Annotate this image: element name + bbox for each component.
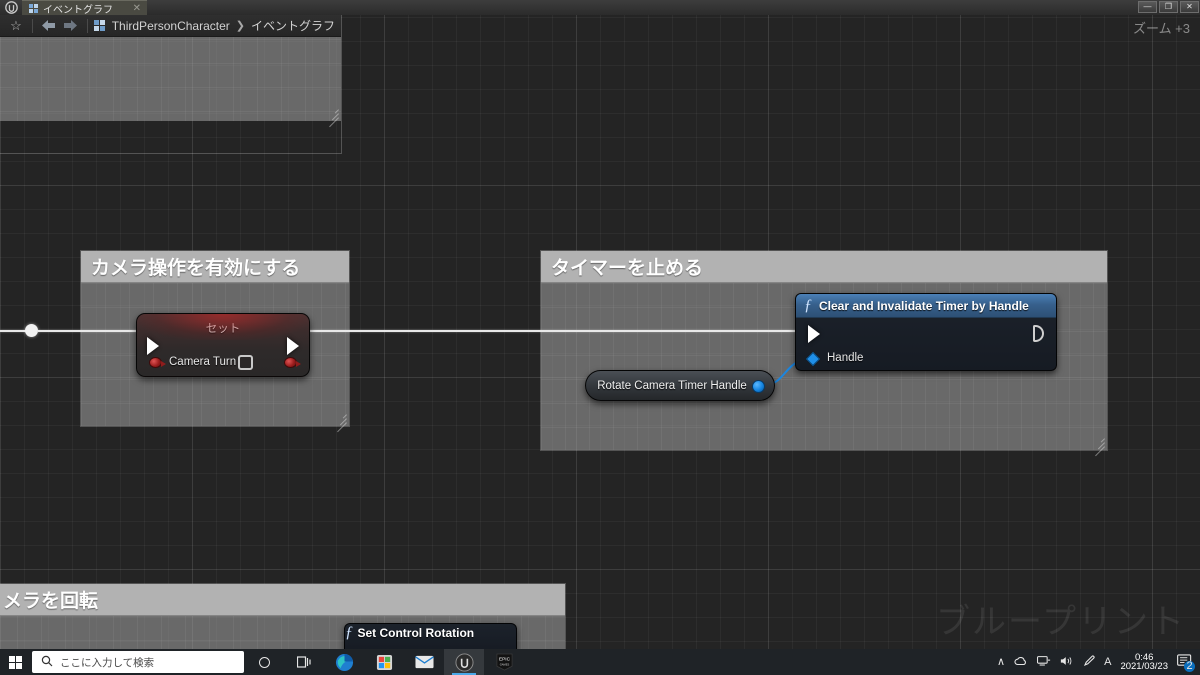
- notification-badge: 2: [1184, 661, 1195, 672]
- handle-input-pin[interactable]: [805, 351, 821, 367]
- tray-chevron-icon[interactable]: ∧: [997, 656, 1005, 668]
- node-clear-pin-label: Handle: [827, 352, 864, 364]
- start-button[interactable]: [0, 649, 30, 675]
- node-set-camera-turn[interactable]: セット Camera Turn: [136, 313, 310, 377]
- volume-icon[interactable]: [1060, 655, 1074, 670]
- close-button[interactable]: ✕: [1180, 1, 1199, 13]
- pen-icon[interactable]: [1083, 655, 1095, 670]
- tab-label: イベントグラフ: [43, 4, 113, 16]
- node-rotate-camera-timer-handle[interactable]: Rotate Camera Timer Handle: [585, 370, 775, 401]
- node-set-title: セット: [205, 323, 241, 335]
- network-icon[interactable]: [1037, 655, 1051, 670]
- clock-date: 2021/03/23: [1120, 661, 1168, 672]
- node-setcontrol-title: Set Control Rotation: [357, 626, 475, 640]
- tab-event-graph[interactable]: イベントグラフ ✕: [22, 0, 147, 16]
- breadcrumb-root[interactable]: ThirdPersonCharacter: [112, 19, 230, 33]
- taskbar-app-edge[interactable]: [324, 649, 364, 675]
- node-set-exec-row: [137, 336, 309, 356]
- event-graph-canvas[interactable]: Rotate Camera Timer Handle カメラ操作を有効にする タ…: [0, 0, 1200, 653]
- windows-logo-icon: [8, 655, 22, 669]
- comment-timer-title: タイマーを止める: [541, 251, 1107, 283]
- bool-input-pin[interactable]: [149, 357, 166, 368]
- toolbar-divider: [31, 18, 33, 33]
- breadcrumb-toolbar[interactable]: ☆ ThirdPersonCharacter ❯ イベントグラフ: [0, 15, 341, 37]
- exec-input-pin[interactable]: [147, 337, 159, 355]
- function-icon: ƒ: [804, 296, 812, 314]
- exec-wire-offscreen[interactable]: [0, 330, 28, 332]
- windows-taskbar[interactable]: ここに入力して検索 EPIC GAMES ∧ A 0:46 2021/03/23…: [0, 649, 1200, 675]
- comment-rotate-title: メラを回転: [0, 584, 565, 616]
- ime-indicator[interactable]: A: [1104, 656, 1111, 668]
- function-icon: ƒ: [345, 624, 353, 641]
- search-icon: [41, 655, 53, 670]
- reroute-knot-node[interactable]: [25, 324, 38, 337]
- svg-text:EPIC: EPIC: [498, 657, 510, 663]
- search-box[interactable]: ここに入力して検索: [32, 651, 244, 673]
- svg-text:GAMES: GAMES: [499, 662, 509, 666]
- taskbar-app-epic[interactable]: EPIC GAMES: [484, 649, 524, 675]
- task-view-icon[interactable]: [284, 649, 324, 675]
- taskbar-app-unreal[interactable]: [444, 649, 484, 675]
- unreal-blueprint-editor-window: Rotate Camera Timer Handle カメラ操作を有効にする タ…: [0, 0, 1200, 675]
- back-arrow-icon[interactable]: [39, 16, 59, 36]
- camera-turn-checkbox[interactable]: [238, 355, 253, 370]
- resize-grip-icon[interactable]: [333, 410, 347, 433]
- exec-output-pin[interactable]: [287, 337, 299, 355]
- cortana-icon[interactable]: [244, 649, 284, 675]
- notification-center-icon[interactable]: 2: [1177, 654, 1195, 672]
- breadcrumb-leaf[interactable]: イベントグラフ: [251, 17, 335, 34]
- unreal-logo-icon: [0, 0, 22, 15]
- chevron-right-icon: ❯: [235, 20, 245, 32]
- node-setcontrol-header: ƒ Set Control Rotation: [345, 624, 516, 642]
- blueprint-watermark: ブループリント: [936, 603, 1186, 641]
- favorite-star-icon[interactable]: ☆: [6, 16, 26, 36]
- graph-grid-icon: [29, 3, 38, 13]
- bool-output-pin[interactable]: [284, 357, 301, 368]
- node-clear-title: Clear and Invalidate Timer by Handle: [819, 298, 1029, 313]
- onedrive-icon[interactable]: [1014, 655, 1028, 670]
- search-placeholder: ここに入力して検索: [60, 656, 155, 669]
- node-varpill-label: Rotate Camera Timer Handle: [597, 379, 747, 392]
- system-tray[interactable]: ∧ A 0:46 2021/03/23 2: [997, 652, 1200, 672]
- comment-camera-title: カメラ操作を有効にする: [81, 251, 349, 283]
- taskbar-app-store[interactable]: [364, 649, 404, 675]
- exec-wire-knot-to-set[interactable]: [38, 330, 148, 332]
- taskbar-app-mail[interactable]: [404, 649, 444, 675]
- resize-grip-icon[interactable]: [325, 105, 339, 128]
- window-controls[interactable]: — ❐ ✕: [1138, 1, 1199, 13]
- close-icon[interactable]: ✕: [133, 3, 141, 14]
- node-clear-header: ƒ Clear and Invalidate Timer by Handle: [796, 294, 1056, 318]
- handle-output-pin[interactable]: [752, 380, 765, 393]
- exec-input-pin[interactable]: [808, 325, 820, 343]
- restore-button[interactable]: ❐: [1159, 1, 1178, 13]
- node-set-pin-label: Camera Turn: [169, 356, 237, 368]
- toolbar-divider: [86, 18, 88, 33]
- node-clear-and-invalidate-timer-by-handle[interactable]: ƒ Clear and Invalidate Timer by Handle H…: [795, 293, 1057, 371]
- exec-output-pin[interactable]: [1033, 325, 1044, 342]
- exec-wire-set-to-clear[interactable]: [300, 330, 810, 332]
- taskbar-clock[interactable]: 0:46 2021/03/23: [1120, 652, 1168, 672]
- zoom-level-label: ズーム +3: [1132, 21, 1190, 36]
- blueprint-grid-icon: [93, 20, 105, 31]
- minimize-button[interactable]: —: [1138, 1, 1157, 13]
- resize-grip-icon[interactable]: [1091, 434, 1105, 457]
- forward-arrow-icon[interactable]: [61, 16, 81, 36]
- window-title-bar[interactable]: イベントグラフ ✕ — ❐ ✕: [0, 0, 1200, 16]
